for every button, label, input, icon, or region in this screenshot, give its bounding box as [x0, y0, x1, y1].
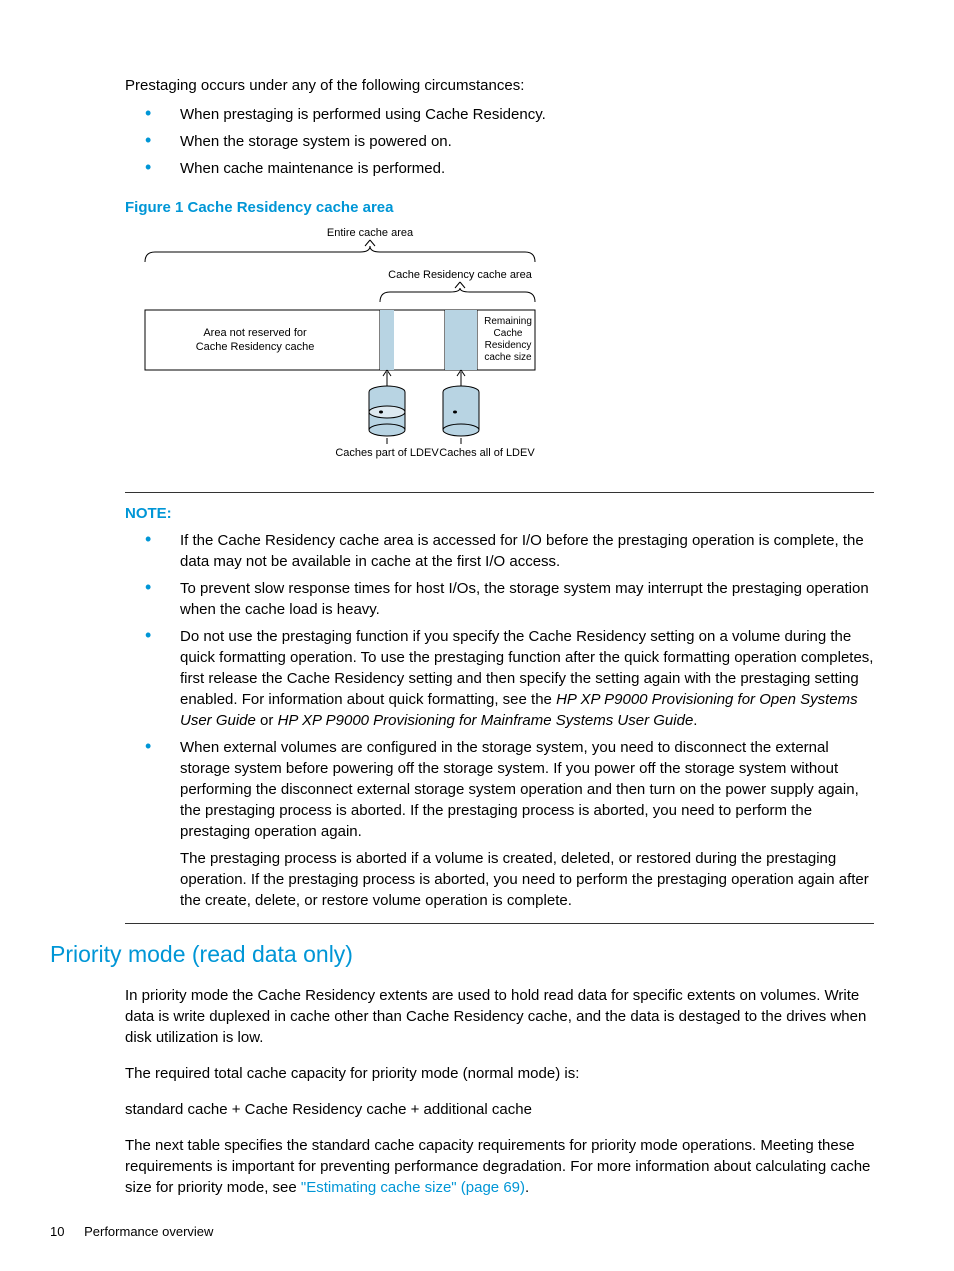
figure-label-remaining-4: cache size — [484, 352, 532, 363]
list-item: When the storage system is powered on. — [145, 131, 874, 152]
figure-label-caches-all: Caches all of LDEV — [439, 447, 535, 459]
list-item: If the Cache Residency cache area is acc… — [145, 530, 874, 572]
body-paragraph: standard cache + Cache Residency cache +… — [125, 1099, 874, 1120]
link-estimating-cache-size[interactable]: "Estimating cache size" (page 69) — [301, 1179, 525, 1196]
list-item: When cache maintenance is performed. — [145, 158, 874, 179]
page-number: 10 — [50, 1224, 64, 1239]
footer-title: Performance overview — [84, 1224, 213, 1239]
body-text: . — [525, 1179, 529, 1196]
figure-label-remaining-2: Cache — [494, 328, 523, 339]
list-item: When prestaging is performed using Cache… — [145, 104, 874, 125]
cylinder-icon — [369, 386, 405, 436]
figure-label-entire: Entire cache area — [327, 227, 414, 239]
note-text: or — [256, 712, 278, 729]
note-text: . — [693, 712, 697, 729]
note-text: When external volumes are configured in … — [180, 739, 859, 840]
figure-label-caches-part: Caches part of LDEV — [335, 447, 439, 459]
figure-label-not-reserved-2: Cache Residency cache — [196, 341, 315, 353]
divider — [125, 492, 874, 493]
body-paragraph: The next table specifies the standard ca… — [125, 1135, 874, 1198]
divider — [125, 923, 874, 924]
list-item: To prevent slow response times for host … — [145, 578, 874, 620]
note-followup: The prestaging process is aborted if a v… — [180, 848, 874, 911]
cylinder-icon — [443, 386, 479, 436]
list-item: Do not use the prestaging function if yo… — [145, 626, 874, 731]
section-heading: Priority mode (read data only) — [50, 938, 874, 970]
list-item: When external volumes are configured in … — [145, 737, 874, 911]
page-footer: 10 Performance overview — [50, 1223, 213, 1241]
body-paragraph: In priority mode the Cache Residency ext… — [125, 985, 874, 1048]
figure-label-not-reserved-1: Area not reserved for — [203, 327, 307, 339]
note-bullet-list: If the Cache Residency cache area is acc… — [145, 530, 874, 911]
figure-label-cr-area: Cache Residency cache area — [388, 269, 533, 281]
intro-paragraph: Prestaging occurs under any of the follo… — [125, 75, 874, 96]
figure-caption: Figure 1 Cache Residency cache area — [125, 197, 874, 218]
figure-label-remaining-3: Residency — [485, 340, 532, 351]
page: Prestaging occurs under any of the follo… — [0, 0, 954, 1271]
figure-image: Entire cache area Cache Residency cache … — [125, 224, 874, 474]
intro-bullet-list: When prestaging is performed using Cache… — [145, 104, 874, 179]
note-heading: NOTE: — [125, 503, 874, 524]
figure-label-remaining-1: Remaining — [484, 316, 532, 327]
note-italic: HP XP P9000 Provisioning for Mainframe S… — [278, 712, 694, 729]
body-paragraph: The required total cache capacity for pr… — [125, 1063, 874, 1084]
